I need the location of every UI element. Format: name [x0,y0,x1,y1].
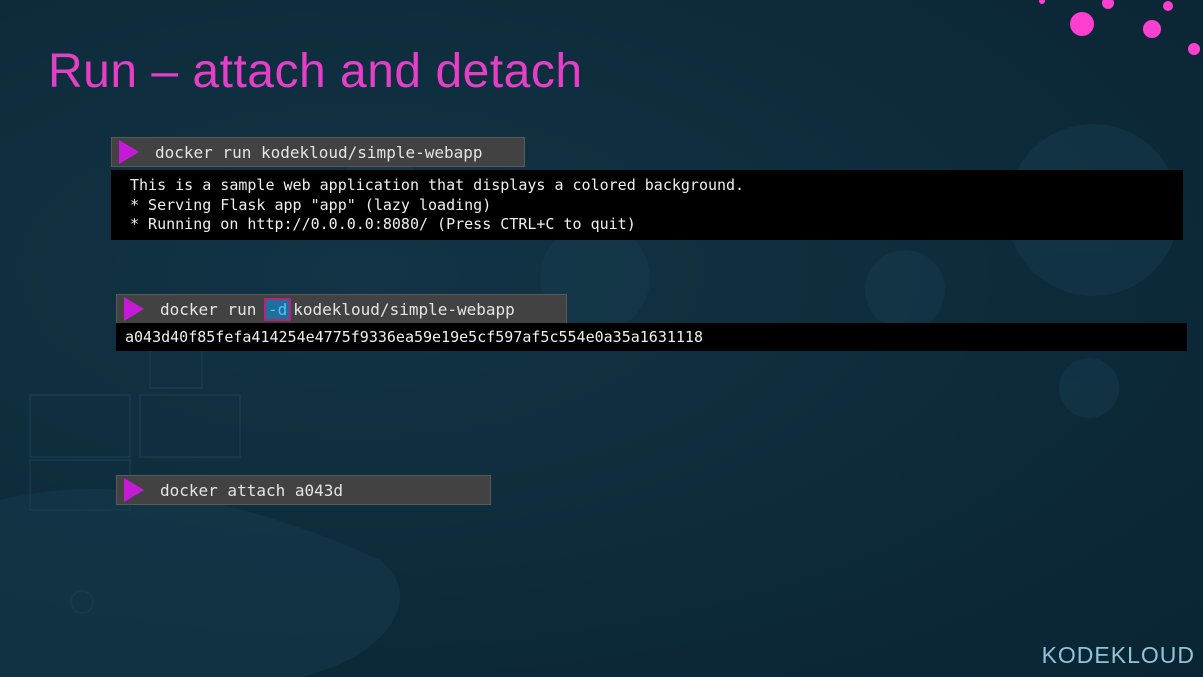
command-text: docker run kodekloud/simple-webapp [155,142,483,162]
terminal-output-container-id: a043d40f85fefa414254e4775f9336ea59e19e5c… [116,323,1187,351]
terminal-output-run: This is a sample web application that di… [111,170,1183,240]
output-line: * Running on http://0.0.0.0:8080/ (Press… [130,215,636,233]
command-bar-run: docker run kodekloud/simple-webapp [111,137,525,167]
output-line: * Serving Flask app "app" (lazy loading) [130,195,492,214]
command-suffix: kodekloud/simple-webapp [293,299,515,319]
output-line: This is a sample web application that di… [130,176,745,194]
command-text: docker attach a043d [160,480,344,500]
decor-dots [1039,0,1200,55]
slide: Run – attach and detach docker run kodek… [0,0,1203,677]
command-bar-attach: docker attach a043d [116,475,491,505]
play-icon [124,478,144,502]
kodekloud-logo: KODEKLOUD [1041,642,1195,668]
command-bar-run-detached: docker run -d kodekloud/simple-webapp [116,294,567,324]
play-icon [119,140,139,164]
command-prefix: docker run [160,299,266,319]
detach-flag-highlight: -d [263,297,292,321]
container-id: a043d40f85fefa414254e4775f9336ea59e19e5c… [125,328,703,346]
play-icon [124,297,144,321]
slide-title: Run – attach and detach [48,45,583,98]
